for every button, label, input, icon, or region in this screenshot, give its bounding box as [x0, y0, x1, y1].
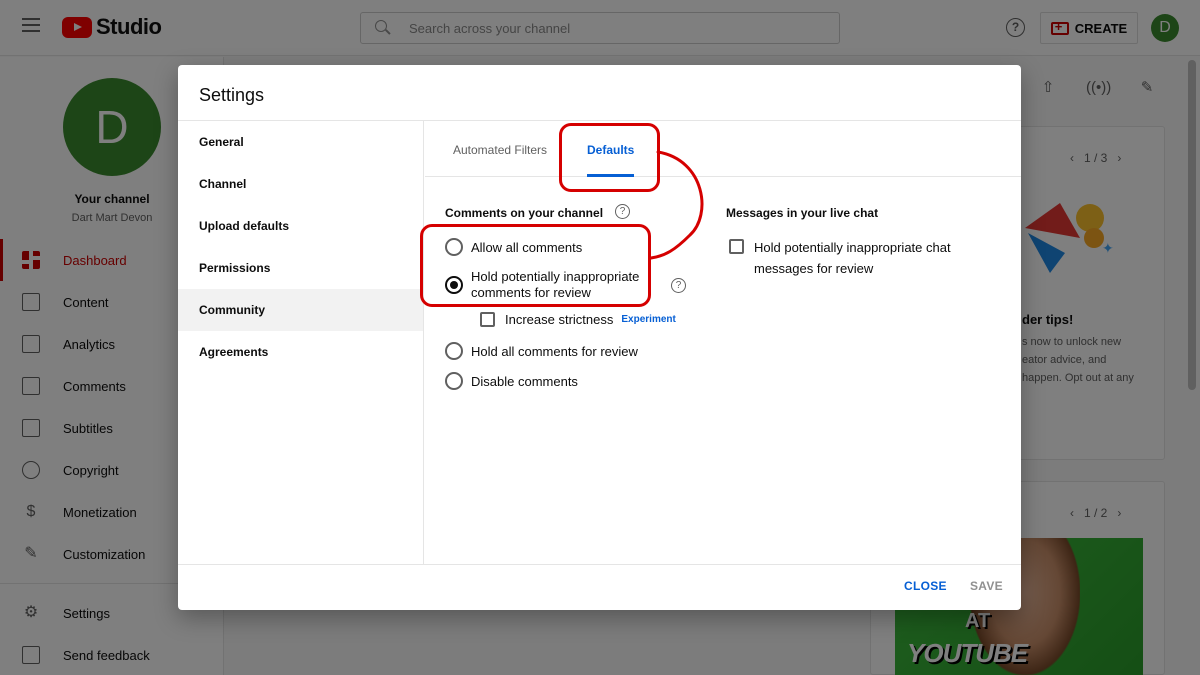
settings-nav-agreements[interactable]: Agreements [178, 331, 423, 373]
radio-disable-comments[interactable]: Disable comments [445, 372, 578, 390]
settings-nav-general[interactable]: General [178, 121, 423, 163]
radio-button[interactable] [445, 372, 463, 390]
radio-label: Hold all comments for review [471, 343, 638, 359]
increase-strictness-option[interactable]: Increase strictness Experiment [480, 312, 676, 327]
help-icon[interactable]: ? [671, 278, 686, 293]
experiment-badge: Experiment [621, 314, 676, 325]
settings-nav: General Channel Upload defaults Permissi… [178, 121, 424, 564]
radio-hold-all-comments[interactable]: Hold all comments for review [445, 342, 638, 360]
checkbox-label: Increase strictness [505, 312, 614, 327]
comments-section-title: Comments on your channel [445, 206, 604, 220]
settings-nav-permissions[interactable]: Permissions [178, 247, 423, 289]
radio-button[interactable] [445, 342, 463, 360]
annotation-options-highlight [420, 224, 651, 307]
tab-automated-filters[interactable]: Automated Filters [453, 121, 547, 177]
community-tabs: Automated Filters Defaults [425, 121, 1021, 177]
dialog-footer: CLOSE SAVE [178, 564, 1021, 610]
hold-chat-messages-checkbox[interactable] [729, 239, 744, 254]
save-button[interactable]: SAVE [970, 579, 1003, 593]
hold-chat-messages-option[interactable]: Hold potentially inappropriate chat mess… [729, 237, 951, 279]
increase-strictness-checkbox[interactable] [480, 312, 495, 327]
dialog-title: Settings [199, 85, 265, 105]
checkbox-label-line: Hold potentially inappropriate chat [754, 240, 951, 255]
checkbox-label-line: messages for review [754, 261, 874, 276]
settings-nav-community[interactable]: Community [178, 289, 423, 331]
live-chat-section-title: Messages in your live chat [726, 206, 879, 220]
help-icon[interactable]: ? [615, 204, 630, 219]
annotation-defaults-highlight [559, 123, 660, 192]
settings-nav-channel[interactable]: Channel [178, 163, 423, 205]
close-button[interactable]: CLOSE [904, 579, 947, 593]
settings-nav-upload-defaults[interactable]: Upload defaults [178, 205, 423, 247]
radio-label: Disable comments [471, 373, 578, 389]
checkbox-label: Hold potentially inappropriate chat mess… [754, 237, 951, 279]
